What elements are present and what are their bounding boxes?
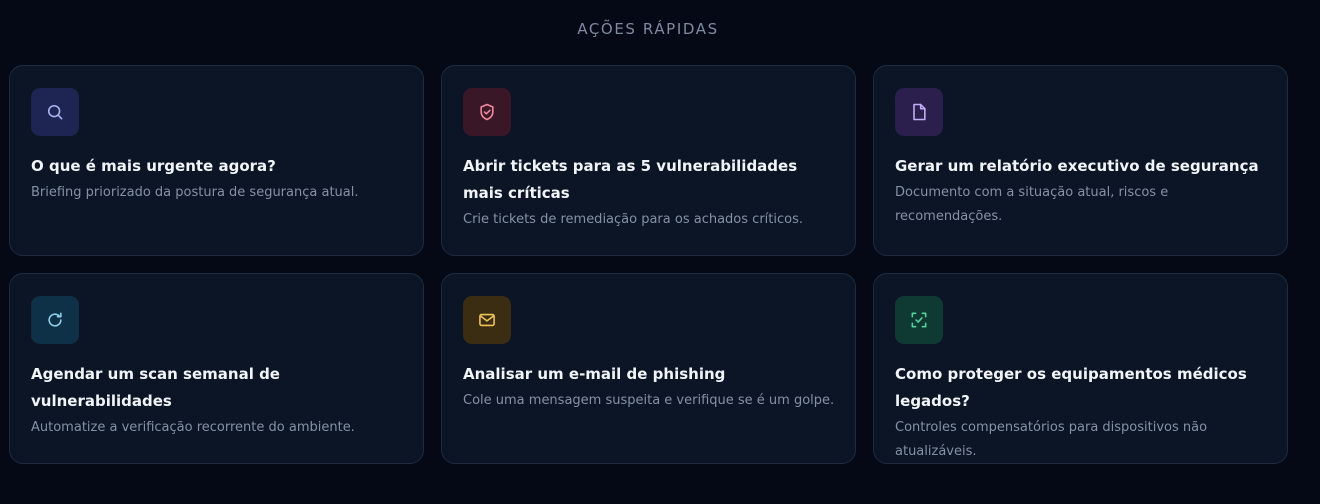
section-title: AÇÕES RÁPIDAS [577,20,719,38]
card-title: Agendar um scan semanal de vulnerabilida… [31,365,280,410]
quick-action-card-tickets[interactable]: Abrir tickets para as 5 vulnerabilidades… [441,65,856,256]
quick-action-card-report[interactable]: Gerar um relatório executivo de seguranç… [873,65,1288,256]
search-icon [31,88,79,136]
card-description: Briefing priorizado da postura de segura… [31,185,359,200]
card-title: Como proteger os equipamentos médicos le… [895,365,1247,410]
document-icon [895,88,943,136]
card-title: O que é mais urgente agora? [31,157,276,175]
quick-actions-grid: O que é mais urgente agora? Briefing pri… [9,65,1288,464]
refresh-icon [31,296,79,344]
card-description: Documento com a situação atual, riscos e… [895,185,1169,224]
card-description: Automatize a verificação recorrente do a… [31,420,355,435]
quick-action-card-medical[interactable]: Como proteger os equipamentos médicos le… [873,273,1288,464]
shield-check-icon [463,88,511,136]
card-description: Controles compensatórios para dispositiv… [895,420,1208,459]
card-title: Gerar um relatório executivo de seguranç… [895,157,1259,175]
mail-icon [463,296,511,344]
quick-action-card-scan[interactable]: Agendar um scan semanal de vulnerabilida… [9,273,424,464]
scan-check-icon [895,296,943,344]
quick-action-card-urgent[interactable]: O que é mais urgente agora? Briefing pri… [9,65,424,256]
quick-action-card-phishing[interactable]: Analisar um e-mail de phishing Cole uma … [441,273,856,464]
card-description: Cole uma mensagem suspeita e verifique s… [463,393,835,408]
card-title: Analisar um e-mail de phishing [463,365,726,383]
card-title: Abrir tickets para as 5 vulnerabilidades… [463,157,798,202]
card-description: Crie tickets de remediação para os achad… [463,212,803,227]
